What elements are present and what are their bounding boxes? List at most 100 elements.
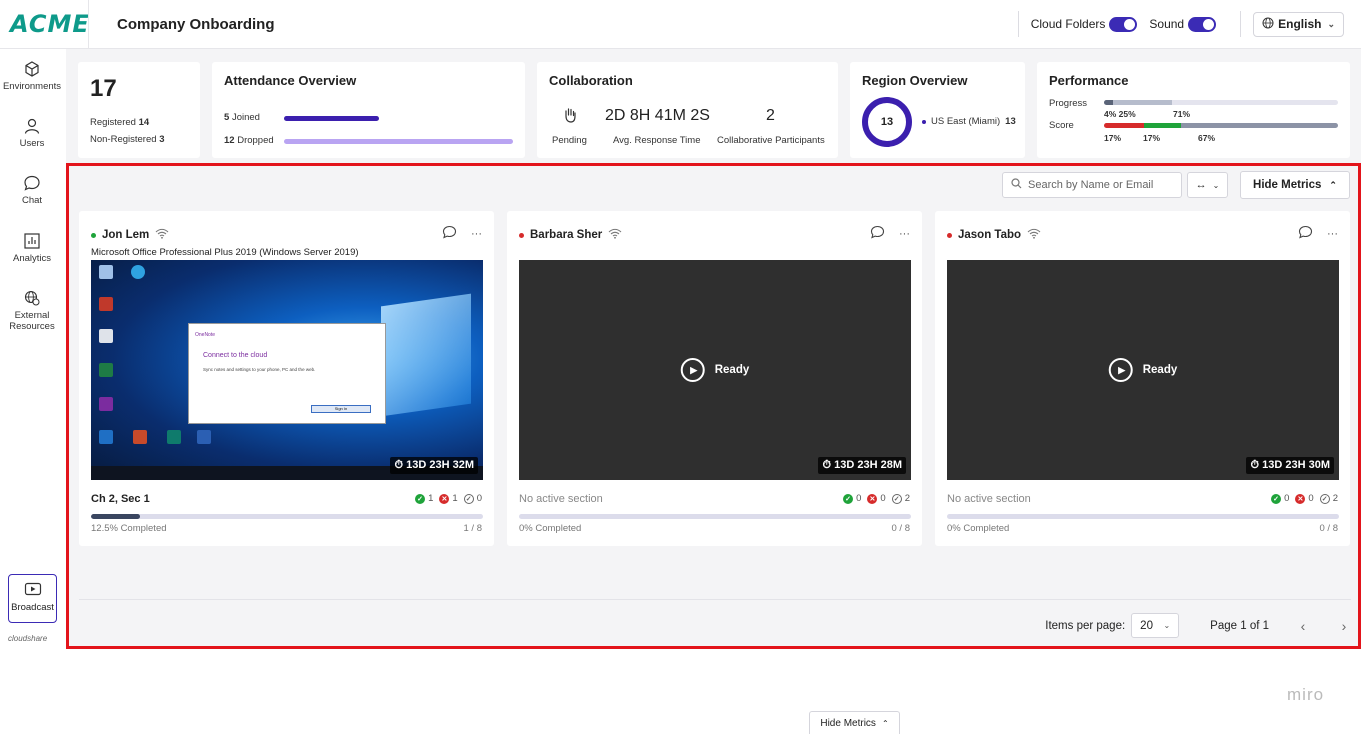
sidebar-item-label: External Resources (9, 310, 55, 332)
more-icon[interactable]: ··· (899, 228, 910, 240)
response-time-value: 2D 8H 41M 2S (605, 107, 710, 124)
divider (1240, 11, 1242, 37)
dialog-title: Connect to the cloud (203, 352, 268, 359)
performance-title: Performance (1049, 73, 1129, 88)
attendance-card: Attendance Overview 5 Joined 12 Dropped (212, 62, 525, 158)
sidebar-item-analytics[interactable]: Analytics (0, 232, 64, 264)
clock-icon: ⏱ (822, 459, 832, 471)
globe-icon (23, 289, 41, 307)
answer-stats: ✓ 1 ✕ 1 ✓ 0 (409, 493, 482, 504)
score-pct-a: 17% (1104, 133, 1122, 143)
score-pct-c: 67% (1198, 133, 1216, 143)
pagination-bar: Items per page: 20 ⌄ Page 1 of 1 ‹ › (79, 599, 1351, 646)
legend-dot (922, 119, 926, 124)
dialog-sign-in-button[interactable]: Sign In (311, 405, 371, 413)
completion-bar (947, 514, 1339, 519)
participant-header: Barbara Sher (519, 228, 622, 242)
registered-row: Registered 14 (90, 117, 149, 128)
region-total: 13 (880, 116, 894, 128)
participants-label: Collaborative Participants (717, 135, 825, 146)
completion-count: 1 / 8 (463, 523, 483, 534)
user-icon (23, 117, 41, 135)
play-icon: ▶ (1108, 358, 1133, 382)
chat-icon[interactable] (870, 225, 885, 242)
x-icon: ✕ (867, 493, 878, 504)
chevron-down-icon: ⌄ (1327, 18, 1335, 29)
registered-label: Registered (90, 117, 136, 128)
progress-label: Progress (1049, 98, 1088, 109)
participant-screen[interactable]: OneNote Connect to the cloud Sync notes … (91, 260, 483, 480)
region-donut: 13 (862, 97, 912, 147)
progress-seg-a (1104, 100, 1114, 105)
next-page-button[interactable]: › (1337, 618, 1351, 634)
response-time-label: Avg. Response Time (613, 135, 701, 146)
page-title: Company Onboarding (117, 15, 275, 33)
chat-icon[interactable] (442, 225, 457, 242)
sidebar-item-chat[interactable]: Chat (0, 174, 64, 206)
collaboration-card: Collaboration Pending 2D 8H 41M 2S Avg. … (537, 62, 838, 158)
ready-indicator[interactable]: ▶ Ready (1108, 358, 1177, 382)
hide-metrics-button[interactable]: Hide Metrics ⌃ (1240, 171, 1350, 199)
score-seg-c (1181, 123, 1338, 128)
neutral-stat: ✓ 2 (891, 493, 910, 504)
page-info: Page 1 of 1 (1210, 619, 1269, 632)
play-icon: ▶ (680, 358, 705, 382)
participant-card-1[interactable]: Jon Lem ··· Microsoft Office Professiona… (79, 211, 494, 546)
search-icon (1011, 178, 1022, 192)
broadcast-label: Broadcast (11, 602, 54, 613)
onenote-dialog[interactable]: OneNote Connect to the cloud Sync notes … (188, 323, 386, 424)
logo-divider (88, 0, 89, 49)
onenote-icon (99, 397, 113, 411)
attendance-title: Attendance Overview (224, 73, 357, 88)
search-input[interactable]: Search by Name or Email (1002, 172, 1182, 198)
miro-watermark: miro (1287, 685, 1325, 704)
chat-icon[interactable] (1298, 225, 1313, 242)
prev-page-button[interactable]: ‹ (1296, 618, 1310, 634)
participant-card-2[interactable]: Barbara Sher ··· ▶ Ready ⏱ 13D 23H 28M N… (507, 211, 922, 546)
chat-icon (23, 174, 41, 192)
bottom-hide-metrics-button[interactable]: Hide Metrics ⌃ (809, 711, 900, 734)
collaboration-title: Collaboration (549, 73, 633, 88)
participants-value: 2 (766, 107, 775, 124)
participant-screen[interactable]: ▶ Ready ⏱ 13D 23H 30M (947, 260, 1339, 480)
more-icon[interactable]: ··· (1327, 228, 1338, 240)
score-bar (1104, 123, 1338, 128)
acme-logo[interactable]: ACME (10, 10, 89, 38)
non-registered-value: 3 (159, 134, 165, 145)
divider (1017, 11, 1019, 37)
progress-pct-a: 4% 25% (1104, 109, 1136, 119)
cloud-folders-label: Cloud Folders (1030, 17, 1106, 31)
sound-toggle[interactable] (1188, 16, 1217, 32)
items-per-page-label: Items per page: (1045, 619, 1126, 632)
clock-icon: ⏱ (394, 459, 404, 471)
sound-toggle-group: Sound (1149, 16, 1217, 32)
session-timer: ⏱ 13D 23H 32M (390, 457, 478, 474)
wifi-icon (1027, 228, 1041, 242)
language-select[interactable]: English ⌄ (1253, 11, 1344, 37)
participant-card-3[interactable]: Jason Tabo ··· ▶ Ready ⏱ 13D 23H 30M No … (935, 211, 1350, 546)
powerpoint-icon (133, 430, 147, 444)
cloud-folders-toggle[interactable] (1109, 16, 1138, 32)
more-icon[interactable]: ··· (471, 228, 482, 240)
wrong-stat: ✕ 0 (1295, 493, 1314, 504)
broadcast-button[interactable]: Broadcast (8, 574, 57, 623)
chevron-down-icon: ⌄ (1212, 180, 1220, 190)
ready-indicator[interactable]: ▶ Ready (680, 358, 749, 382)
sidebar-item-external-resources[interactable]: External Resources (0, 289, 64, 332)
registration-card: 17 Registered 14 Non-Registered 3 (78, 62, 200, 158)
participant-name: Jason Tabo (958, 229, 1022, 241)
participant-screen[interactable]: ▶ Ready ⏱ 13D 23H 28M (519, 260, 911, 480)
outlook-icon (99, 430, 113, 444)
joined-label: Joined (231, 112, 260, 123)
card-width-toggle[interactable]: ↔ ⌄ (1187, 172, 1228, 198)
check-outline-icon: ✓ (1319, 493, 1330, 504)
sidebar-item-environments[interactable]: Environments (0, 60, 64, 92)
correct-stat: ✓ 1 (415, 493, 433, 504)
check-icon: ✓ (843, 493, 854, 504)
sidebar-item-users[interactable]: Users (0, 117, 64, 149)
correct-stat: ✓ 0 (843, 493, 861, 504)
items-per-page-select[interactable]: 20 ⌄ (1131, 613, 1180, 638)
correct-stat: ✓ 0 (1271, 493, 1289, 504)
chevron-down-icon: ⌄ (1163, 621, 1171, 630)
progress-seg-b (1113, 100, 1172, 105)
